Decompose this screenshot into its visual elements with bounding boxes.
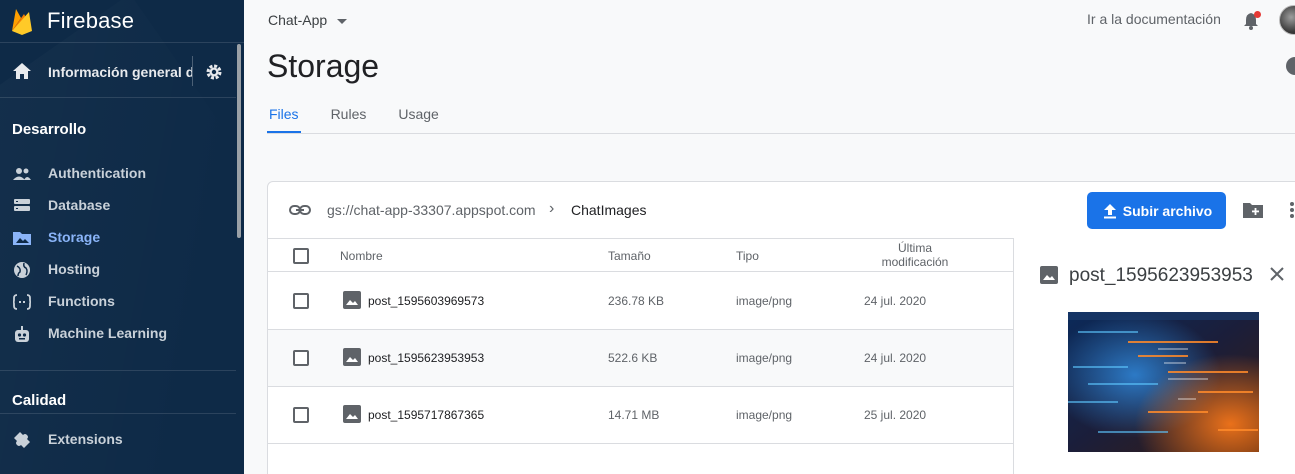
sidebar-item-label: Extensions [48,431,123,447]
file-size: 236.78 KB [608,294,665,308]
column-modified-line2: modificación [881,255,949,269]
sidebar-item-label: Hosting [48,261,101,277]
image-file-icon [343,348,361,366]
home-icon [13,63,31,79]
sidebar-item-database[interactable]: Database [0,190,236,220]
gear-icon[interactable] [204,62,224,82]
image-file-icon [1040,266,1058,284]
avatar[interactable] [1279,5,1295,35]
column-modified[interactable]: Última modificación [865,241,965,269]
project-overview-label: Información general del proyecto [48,64,192,80]
table-row[interactable]: post_1595717867365 14.71 MB image/png 25… [268,387,1013,444]
file-type: image/png [736,294,793,308]
section-title-desarrollo: Desarrollo [12,121,87,138]
tab-bar: Files Rules Usage [267,100,469,134]
column-size[interactable]: Tamaño [608,249,651,263]
puzzle-icon [14,432,30,448]
sidebar-item-extensions[interactable]: Extensions [0,424,236,454]
file-name: post_1595717867365 [368,408,485,422]
file-size: 522.6 KB [608,351,658,365]
sidebar-item-machine-learning[interactable]: Machine Learning [0,318,236,348]
row-checkbox[interactable] [293,407,309,423]
firebase-logo-icon [12,9,32,35]
tab-files[interactable]: Files [267,100,301,134]
globe-icon [14,262,30,278]
brand-header[interactable]: Firebase [0,0,244,43]
users-icon [13,168,31,180]
image-preview [1068,312,1259,452]
chevron-right-icon: › [549,200,555,217]
file-type: image/png [736,408,793,422]
file-size: 14.71 MB [608,408,660,422]
table-row[interactable]: post_1595603969573 236.78 KB image/png 2… [268,273,1013,330]
sidebar-item-label: Authentication [48,165,146,181]
divider [192,56,193,86]
breadcrumb-bucket[interactable]: gs://chat-app-33307.appspot.com [327,202,536,218]
sidebar-item-authentication[interactable]: Authentication [0,158,236,188]
upload-button-label: Subir archivo [1122,202,1213,219]
table-row-selected[interactable]: post_1595623953953 522.6 KB image/png 24… [268,330,1013,387]
column-name[interactable]: Nombre [340,249,383,263]
sidebar-item-label: Functions [48,293,115,309]
database-icon [14,199,30,211]
brand-name: Firebase [47,8,135,33]
upload-file-button[interactable]: Subir archivo [1087,192,1226,229]
preview-title: post_1595623953953 [1069,265,1253,286]
path-bar: gs://chat-app-33307.appspot.com › ChatIm… [268,182,1295,238]
help-icon[interactable] [1286,57,1295,75]
new-folder-icon[interactable] [1242,200,1264,220]
select-all-checkbox[interactable] [293,248,309,264]
row-checkbox[interactable] [293,350,309,366]
project-overview-item[interactable]: Información general del proyecto [0,44,236,98]
file-table: Nombre Tamaño Tipo Última modificación p… [268,238,1014,474]
tabs-divider [267,133,1295,134]
file-name: post_1595603969573 [368,294,485,308]
close-icon[interactable] [1269,266,1285,282]
sidebar-scrollbar[interactable] [237,44,241,238]
row-checkbox[interactable] [293,293,309,309]
notification-dot [1254,11,1261,18]
section-title-calidad: Calidad [12,392,67,409]
upload-icon [1103,203,1116,218]
tab-rules[interactable]: Rules [329,100,369,134]
sidebar-divider [0,370,236,371]
file-name: post_1595623953953 [368,351,485,365]
preview-image-art [1068,312,1259,452]
docs-link[interactable]: Ir a la documentación [1087,11,1221,27]
page-title: Storage [267,48,380,84]
sidebar-item-label: Database [48,197,111,213]
sidebar: Firebase Información general del proyect… [0,0,244,474]
image-file-icon [343,405,361,423]
image-file-icon [343,291,361,309]
sidebar-item-storage[interactable]: Storage [0,222,236,252]
sidebar-item-hosting[interactable]: Hosting [0,254,236,284]
column-modified-line1: Última [897,241,932,255]
file-type: image/png [736,351,793,365]
link-icon[interactable] [289,200,311,220]
robot-icon [15,326,29,342]
project-selector[interactable]: Chat-App [268,12,348,28]
sidebar-divider [0,413,236,414]
folder-image-icon [13,232,31,245]
breadcrumb-folder[interactable]: ChatImages [571,202,646,218]
column-type[interactable]: Tipo [736,249,759,263]
file-modified: 24 jul. 2020 [864,294,927,308]
sidebar-item-label: Storage [48,229,101,245]
file-modified: 25 jul. 2020 [864,408,927,422]
project-name: Chat-App [268,12,328,28]
storage-card: gs://chat-app-33307.appspot.com › ChatIm… [267,181,1295,474]
more-vert-icon[interactable] [1288,200,1295,220]
functions-icon [12,294,32,310]
table-header: Nombre Tamaño Tipo Última modificación [268,239,1013,272]
sidebar-item-functions[interactable]: Functions [0,286,236,316]
caret-down-icon [337,18,348,24]
tab-usage[interactable]: Usage [396,100,440,134]
sidebar-item-label: Machine Learning [48,325,168,341]
file-modified: 24 jul. 2020 [864,351,927,365]
